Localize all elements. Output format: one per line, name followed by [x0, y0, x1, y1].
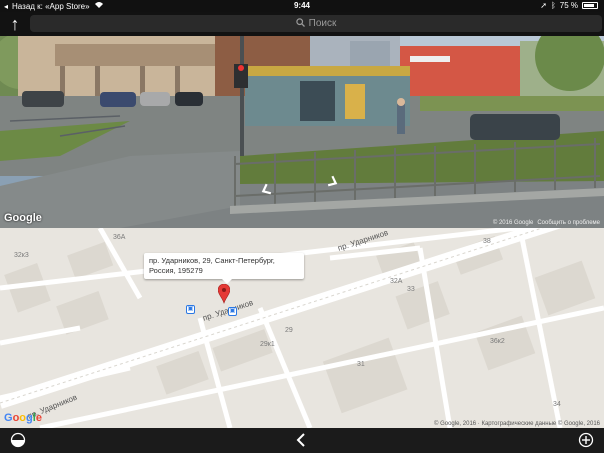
top-toolbar: ↑ Поиск: [0, 12, 604, 36]
street-view-copyright: © 2016 Google: [492, 220, 534, 226]
building-number: 31: [357, 361, 365, 368]
pan-right-arrow-icon[interactable]: [325, 174, 341, 190]
clock: 9:44: [293, 1, 310, 10]
bottom-toolbar: [0, 428, 604, 453]
building-number: 29: [285, 327, 293, 334]
battery-icon: [582, 2, 598, 9]
bluetooth-icon: ᛒ: [550, 1, 556, 10]
building-number: 33: [407, 286, 415, 293]
google-logo-part: g: [26, 412, 33, 424]
bus-stop-icon[interactable]: ▣: [228, 307, 237, 316]
report-problem-link[interactable]: Сообщить о проблеме: [537, 220, 600, 226]
half-circle-icon[interactable]: [10, 432, 26, 448]
google-logo-part: e: [35, 412, 42, 424]
chevron-left-icon[interactable]: [294, 432, 310, 448]
battery-percent: 75 %: [559, 1, 578, 10]
callout-address: пр. Ударников, 29, Санкт-Петербург, Росс…: [149, 256, 275, 275]
building-number: 29к1: [260, 341, 275, 348]
map-copyright: © Google, 2016 · Картографические данные…: [434, 421, 600, 427]
street-view-panorama[interactable]: Google © 2016 Google Сообщить о проблеме: [0, 36, 604, 228]
building-number: 36А: [113, 234, 126, 241]
map-google-logo: Google: [4, 412, 42, 424]
street-view-google-logo: Google: [4, 212, 42, 224]
address-callout[interactable]: пр. Ударников, 29, Санкт-Петербург, Росс…: [144, 253, 304, 284]
location-icon: ➚: [540, 1, 547, 10]
building-number: 34: [553, 401, 561, 408]
up-arrow-icon[interactable]: ↑: [6, 13, 24, 35]
google-logo-part: G: [4, 412, 13, 424]
building-number: 36к2: [490, 338, 505, 345]
status-bar: ◂ Назад к: «App Store» 9:44 ➚ ᛒ 75 %: [0, 0, 604, 12]
building-number: 32к3: [14, 252, 29, 259]
pan-left-arrow-icon[interactable]: [258, 182, 274, 198]
map-view[interactable]: 36А 32к3 38 32А 33 29 29к1 36к2 31 34 пр…: [0, 228, 604, 428]
building-number: 38: [483, 238, 491, 245]
building-number: 32А: [390, 278, 403, 285]
search-field[interactable]: Поиск: [30, 15, 602, 32]
search-icon: [295, 17, 305, 30]
search-placeholder: Поиск: [308, 18, 337, 29]
bus-stop-icon[interactable]: ▣: [186, 305, 195, 314]
street-view-image: [0, 36, 604, 228]
plus-circle-icon[interactable]: [578, 432, 594, 448]
location-pin-icon[interactable]: [218, 284, 230, 304]
